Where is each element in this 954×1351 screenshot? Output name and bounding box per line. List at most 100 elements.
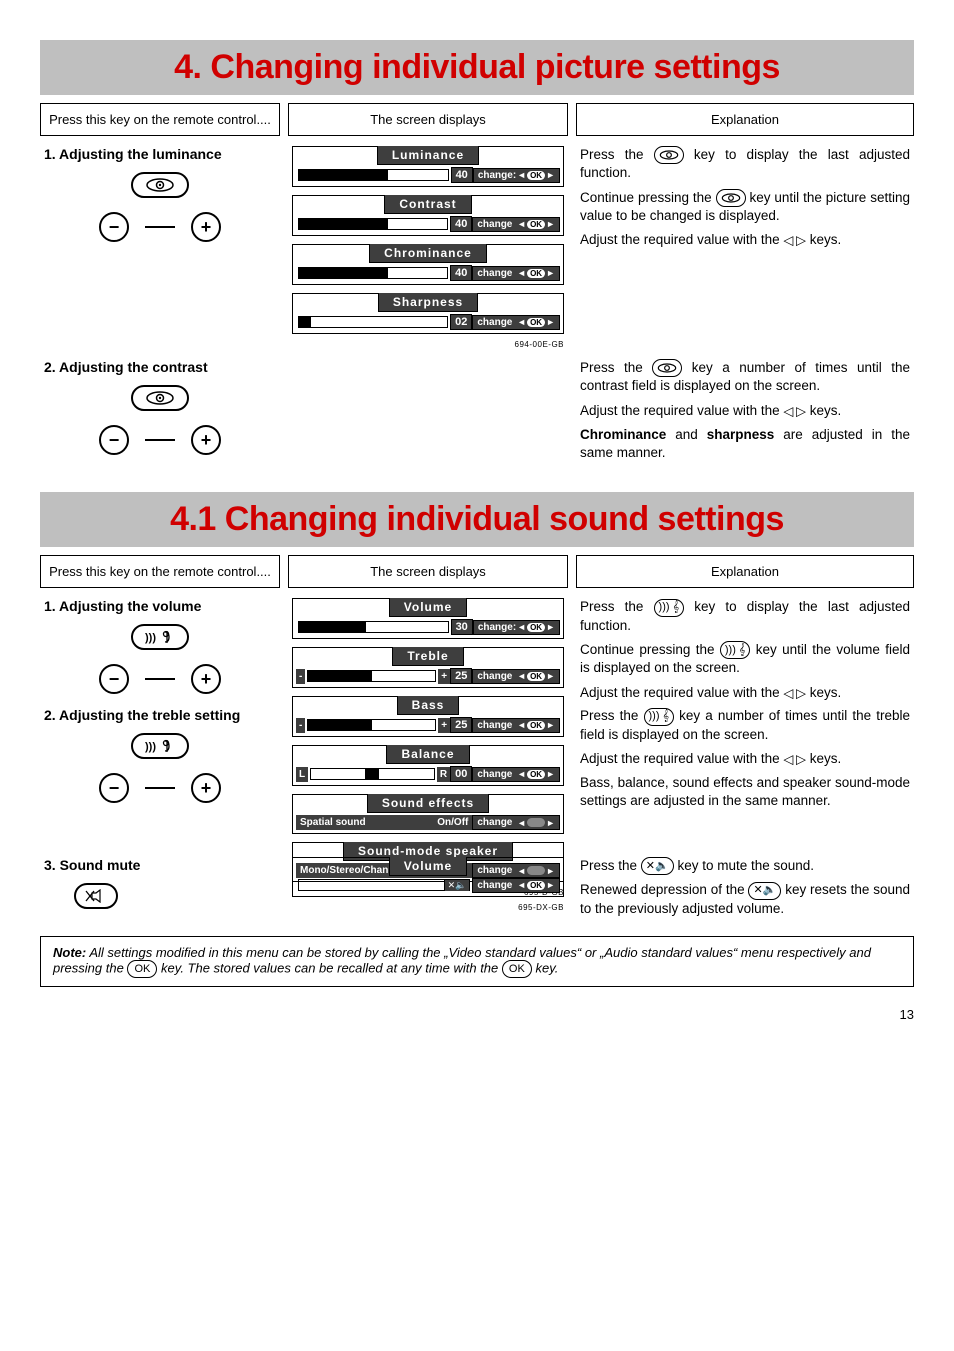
header-col-screen: The screen displays: [288, 555, 568, 588]
osd-value: 30: [451, 619, 473, 635]
header-col-remote: Press this key on the remote control....: [40, 103, 280, 136]
osd-volume: Volume 30 change:◄OK►: [292, 598, 564, 639]
plus-minus-keys: − +: [99, 212, 221, 242]
osd-chrominance: Chrominance 40 change ◄OK►: [292, 244, 564, 285]
step-heading: 1. Adjusting the volume: [44, 598, 276, 614]
step-heading: 2. Adjusting the treble setting: [44, 707, 276, 723]
osd-change: change:◄OK►: [473, 620, 560, 635]
osd-title: Contrast: [384, 195, 471, 214]
eye-key-inline-icon: [654, 146, 684, 164]
osd-contrast: Contrast 40 change ◄OK►: [292, 195, 564, 236]
osd-prefix-r: +: [438, 669, 450, 684]
osd-text-r: On/Off: [433, 815, 472, 830]
sound-key-icon: ))): [131, 733, 189, 759]
plus-key-icon: +: [191, 664, 221, 694]
note-text: key.: [532, 960, 559, 975]
plus-minus-keys: − +: [99, 425, 221, 455]
section-41-step-2: 2. Adjusting the treble setting ))) − + …: [40, 707, 914, 816]
osd-bar: [298, 169, 449, 181]
mute-key-icon: [74, 883, 118, 909]
section-41-header-row: Press this key on the remote control....…: [40, 555, 914, 588]
osd-value: 02: [450, 314, 472, 330]
ok-key-inline-icon: OK: [127, 960, 157, 978]
osd-change: change ◄OK►: [472, 815, 560, 830]
explanation-text: Adjust the required value with the ◁ ▷ k…: [580, 750, 910, 768]
section-4-step-1: 1. Adjusting the luminance − + Luminance…: [40, 146, 914, 349]
osd-bar: [307, 670, 436, 682]
section-4-title: 4. Changing individual picture settings: [40, 48, 914, 87]
explanation-text: Press the key a number of times until th…: [580, 359, 910, 396]
osd-sharpness: Sharpness 02 change ◄OK►: [292, 293, 564, 334]
osd-change: change ◄OK►: [472, 217, 560, 232]
plus-minus-keys: − +: [99, 664, 221, 694]
sound-key-inline-icon: ))) 𝄞: [654, 599, 685, 617]
step-heading: 3. Sound mute: [44, 857, 276, 873]
svg-text:))): ))): [145, 741, 156, 753]
minus-key-icon: −: [99, 773, 129, 803]
osd-change: change ◄OK►: [472, 878, 560, 893]
eye-key-inline-icon: [652, 359, 682, 377]
section-4-step-2: 2. Adjusting the contrast − + Press the …: [40, 359, 914, 468]
step-heading: 2. Adjusting the contrast: [44, 359, 276, 375]
note-box: Note: All settings modified in this menu…: [40, 936, 914, 987]
osd-title: Treble: [392, 647, 463, 666]
osd-title: Volume: [389, 598, 467, 617]
osd-title: Luminance: [377, 146, 479, 165]
key-connector: [145, 678, 175, 680]
sound-key-inline-icon: ))) 𝄞: [644, 708, 675, 726]
step-heading: 1. Adjusting the luminance: [44, 146, 276, 162]
osd-title: Sharpness: [378, 293, 478, 312]
osd-change: change ◄OK►: [472, 266, 560, 281]
left-right-keys-icon: ◁ ▷: [783, 752, 806, 767]
section-41-title: 4.1 Changing individual sound settings: [40, 500, 914, 539]
plus-minus-keys: − +: [99, 773, 221, 803]
ok-key-inline-icon: OK: [502, 960, 532, 978]
sound-key-icon: ))): [131, 624, 189, 650]
osd-prefix-l: -: [296, 669, 305, 684]
key-connector: [145, 226, 175, 228]
osd-luminance: Luminance 40 change:◄OK►: [292, 146, 564, 187]
osd-change: change ◄OK►: [472, 315, 560, 330]
plus-key-icon: +: [191, 773, 221, 803]
mute-key-inline-icon: ✕🔈: [641, 857, 674, 875]
svg-text:))): ))): [145, 632, 156, 644]
explanation-text: Adjust the required value with the ◁ ▷ k…: [580, 402, 910, 420]
section-4-header-row: Press this key on the remote control....…: [40, 103, 914, 136]
osd-change: change:◄OK►: [473, 168, 560, 183]
header-col-explain: Explanation: [576, 555, 914, 588]
osd-mute-bar: ✕🔈: [298, 879, 470, 891]
osd-title: Chrominance: [369, 244, 487, 263]
header-col-screen: The screen displays: [288, 103, 568, 136]
explanation-text: Press the ))) 𝄞 key a number of times un…: [580, 707, 910, 744]
key-connector: [145, 439, 175, 441]
explanation-text: Bass, balance, sound effects and speaker…: [580, 774, 910, 810]
explanation-text: Press the ✕🔈 key to mute the sound.: [580, 857, 910, 875]
remote-keys: ))) − +: [44, 733, 276, 803]
osd-code: 694-00E-GB: [292, 340, 564, 349]
section-41-step-3: 3. Sound mute Volume ✕🔈 change ◄OK► 695-…: [40, 857, 914, 924]
minus-key-icon: −: [99, 212, 129, 242]
remote-keys: [44, 883, 276, 909]
osd-value: 25: [450, 668, 472, 684]
osd-bar: [298, 621, 449, 633]
page-number: 13: [40, 1007, 914, 1022]
osd-value: 40: [450, 265, 472, 281]
osd-value: 40: [450, 216, 472, 232]
explanation-text: Adjust the required value with the ◁ ▷ k…: [580, 684, 910, 702]
sound-key-inline-icon: ))) 𝄞: [720, 641, 751, 659]
osd-volume-mute: Volume ✕🔈 change ◄OK►: [292, 857, 564, 897]
explanation-text: Adjust the required value with the ◁ ▷ k…: [580, 231, 910, 249]
explanation-text: Press the ))) 𝄞 key to display the last …: [580, 598, 910, 635]
eye-key-icon: [131, 385, 189, 411]
section-4-banner: 4. Changing individual picture settings: [40, 40, 914, 95]
mute-key-inline-icon: ✕🔈: [748, 882, 781, 900]
remote-keys: ))) − +: [44, 624, 276, 694]
osd-bar: [298, 316, 448, 328]
explanation-text: Press the key to display the last adjust…: [580, 146, 910, 183]
explanation-text: Chrominance and sharpness are adjusted i…: [580, 426, 910, 462]
minus-key-icon: −: [99, 425, 129, 455]
osd-treble: Treble - + 25 change ◄OK►: [292, 647, 564, 688]
osd-bar: [298, 267, 448, 279]
left-right-keys-icon: ◁ ▷: [783, 403, 806, 418]
explanation-text: Continue pressing the key until the pict…: [580, 189, 910, 226]
